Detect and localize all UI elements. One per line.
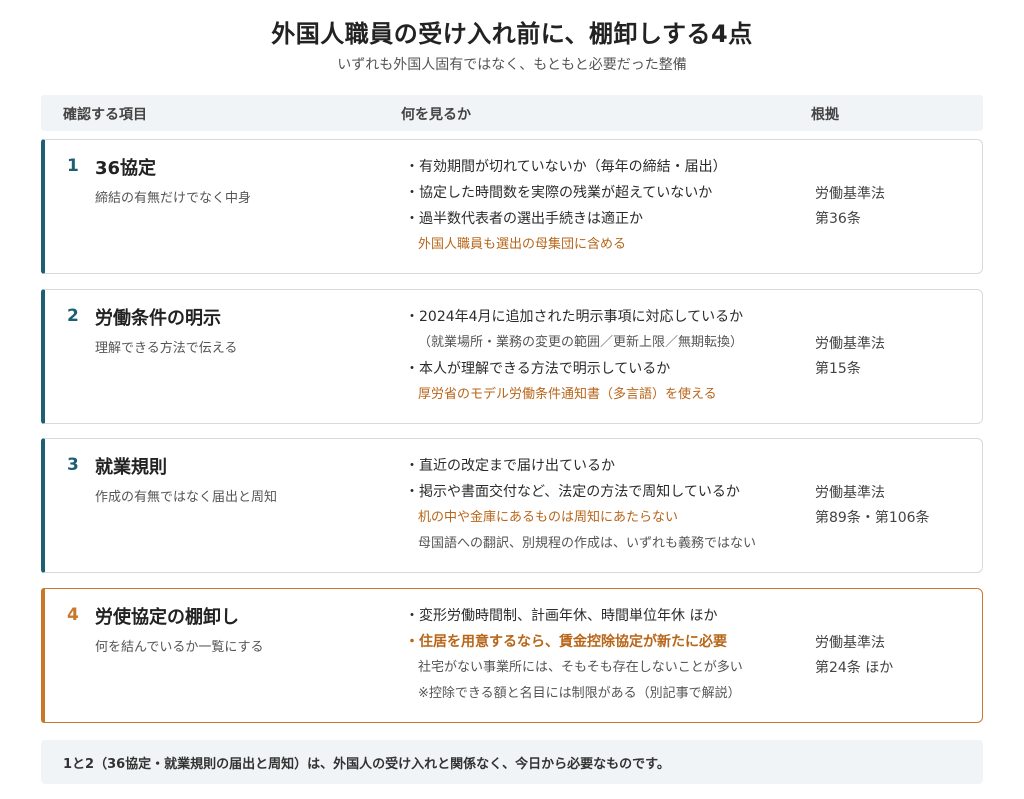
point: ・過半数代表者の選出手続きは適正か — [405, 211, 643, 227]
point-note: 社宅がない事業所には、そもそも存在しないことが多い — [418, 660, 743, 675]
point-highlight: 机の中や金庫にあるものは周知にあたらない — [418, 510, 679, 525]
basis-article: 第15条 — [815, 361, 861, 377]
basis-law: 労働基準法 — [815, 186, 885, 202]
row-number: 1 — [67, 156, 79, 176]
point: ・2024年4月に追加された明示事項に対応しているか — [405, 309, 744, 325]
row-subtitle: 作成の有無ではなく届出と周知 — [95, 490, 278, 505]
checklist-row-3: 3 就業規則 作成の有無ではなく届出と周知 ・直近の改定まで届け出ているか ・掲… — [41, 438, 983, 573]
row-subtitle: 締結の有無だけでなく中身 — [95, 191, 252, 206]
point-note: ※控除できる額と名目には制限がある（別記事で解説） — [418, 686, 741, 701]
row-basis: 労働基準法 第89条・第106条 — [815, 481, 930, 531]
row-points: ・直近の改定まで届け出ているか ・掲示や書面交付など、法定の方法で周知しているか… — [405, 453, 825, 557]
point-note: （就業場所・業務の変更の範囲／更新上限／無期転換） — [418, 335, 744, 350]
row-basis: 労働基準法 第24条 ほか — [815, 631, 893, 681]
point-highlight: 外国人職員も選出の母集団に含める — [418, 237, 627, 252]
point-note: 母国語への翻訳、別規程の作成は、いずれも義務ではない — [418, 536, 757, 551]
basis-article: 第24条 ほか — [815, 660, 894, 676]
checklist-row-4: 4 労使協定の棚卸し 何を結んでいるか一覧にする ・変形労働時間制、計画年休、時… — [41, 588, 983, 723]
header-item: 確認する項目 — [63, 107, 147, 123]
basis-law: 労働基準法 — [815, 336, 885, 352]
header-basis: 根拠 — [811, 107, 839, 123]
row-title: 36協定 — [95, 158, 157, 179]
point: ・有効期間が切れていないか（毎年の締結・届出） — [405, 159, 727, 175]
row-number: 3 — [67, 455, 79, 475]
header-what: 何を見るか — [401, 107, 471, 123]
row-basis: 労働基準法 第15条 — [815, 332, 885, 382]
row-points: ・2024年4月に追加された明示事項に対応しているか （就業場所・業務の変更の範… — [405, 304, 825, 408]
point: ・変形労働時間制、計画年休、時間単位年休 ほか — [405, 608, 718, 624]
basis-law: 労働基準法 — [815, 635, 885, 651]
row-points: ・変形労働時間制、計画年休、時間単位年休 ほか ・住居を用意するなら、賃金控除協… — [405, 603, 825, 707]
page-subtitle: いずれも外国人固有ではなく、もともと必要だった整備 — [337, 57, 687, 73]
point-highlight: 厚労省のモデル労働条件通知書（多言語）を使える — [418, 387, 717, 402]
row-title: 労働条件の明示 — [95, 308, 221, 329]
point: ・掲示や書面交付など、法定の方法で周知しているか — [405, 484, 740, 500]
basis-law: 労働基準法 — [815, 485, 885, 501]
point-highlight: ・住居を用意するなら、賃金控除協定が新たに必要 — [405, 634, 727, 650]
row-subtitle: 何を結んでいるか一覧にする — [95, 640, 264, 655]
row-number: 4 — [67, 605, 79, 625]
basis-article: 第89条・第106条 — [815, 510, 930, 526]
page-title: 外国人職員の受け入れ前に、棚卸しする4点 — [271, 20, 753, 48]
row-subtitle: 理解できる方法で伝える — [95, 341, 238, 356]
row-number: 2 — [67, 306, 79, 326]
basis-article: 第36条 — [815, 211, 861, 227]
row-title: 就業規則 — [95, 457, 167, 478]
table-header: 確認する項目 何を見るか 根拠 — [41, 95, 983, 131]
row-basis: 労働基準法 第36条 — [815, 182, 885, 232]
footer-note: 1と2（36協定・就業規則の届出と周知）は、外国人の受け入れと関係なく、今日から… — [41, 740, 983, 784]
point: ・協定した時間数を実際の残業が超えていないか — [405, 185, 713, 201]
checklist-row-1: 1 36協定 締結の有無だけでなく中身 ・有効期間が切れていないか（毎年の締結・… — [41, 139, 983, 274]
point: ・本人が理解できる方法で明示しているか — [405, 361, 671, 377]
point: ・直近の改定まで届け出ているか — [405, 458, 615, 474]
checklist-row-2: 2 労働条件の明示 理解できる方法で伝える ・2024年4月に追加された明示事項… — [41, 289, 983, 424]
row-points: ・有効期間が切れていないか（毎年の締結・届出） ・協定した時間数を実際の残業が超… — [405, 154, 825, 258]
row-title: 労使協定の棚卸し — [95, 607, 239, 628]
